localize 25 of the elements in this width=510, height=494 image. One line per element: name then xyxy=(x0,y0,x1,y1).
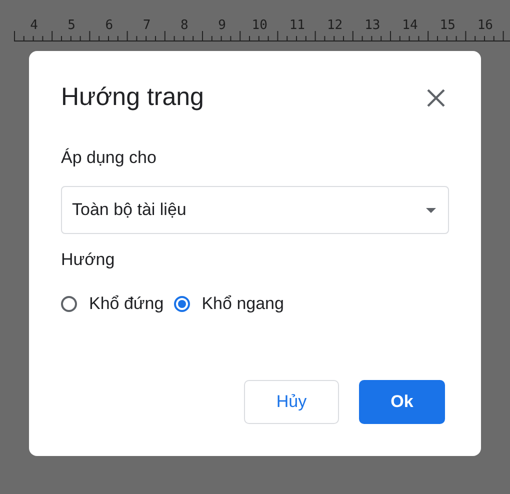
cancel-button[interactable]: Hủy xyxy=(244,380,339,424)
ruler-number: 11 xyxy=(289,18,306,33)
apply-dropdown[interactable]: Toàn bộ tài liệu xyxy=(61,186,449,234)
ruler-number: 13 xyxy=(364,18,380,33)
ruler-number: 5 xyxy=(68,18,76,33)
ruler-number: 7 xyxy=(142,18,151,33)
radio-option[interactable]: Khổ đứng xyxy=(61,294,164,314)
dialog-title: Hướng trang xyxy=(61,83,204,112)
ok-button[interactable]: Ok xyxy=(359,380,445,424)
section-label: Hướng xyxy=(61,250,116,270)
ruler-number: 8 xyxy=(180,18,188,33)
ruler-number: 6 xyxy=(105,18,114,33)
radio-option[interactable]: Khổ ngang xyxy=(174,294,284,314)
ruler-number: 16 xyxy=(477,18,494,33)
radio-label: Khổ đứng xyxy=(89,294,164,314)
ruler-number: 15 xyxy=(440,18,456,33)
caret-icon xyxy=(426,208,436,212)
ruler-number: 9 xyxy=(218,18,226,33)
radio-label: Khổ ngang xyxy=(202,294,284,314)
close-icon xyxy=(427,88,445,106)
ruler-number: 12 xyxy=(326,18,343,33)
ruler-number: 4 xyxy=(30,18,38,33)
field-label: Áp dụng cho xyxy=(61,148,158,168)
ruler-number: 14 xyxy=(402,18,418,33)
ruler-number: 10 xyxy=(252,18,268,33)
